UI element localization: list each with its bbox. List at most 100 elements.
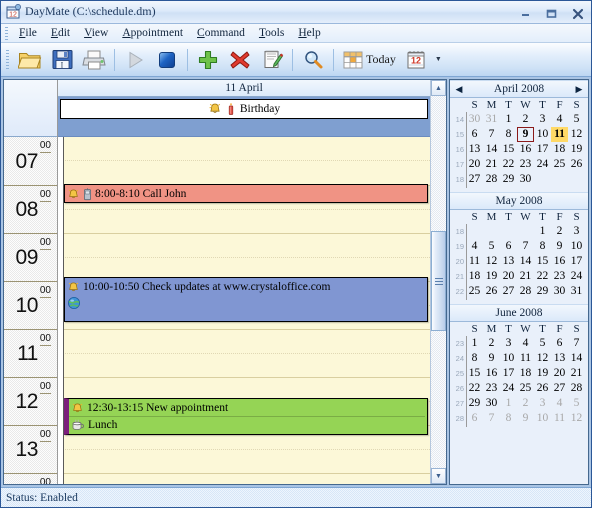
day-cell[interactable]: 25 xyxy=(517,381,534,396)
day-cell[interactable]: 11 xyxy=(466,254,483,269)
day-cell[interactable]: 19 xyxy=(568,142,585,157)
scrollbar-thumb[interactable] xyxy=(431,231,446,332)
day-view-scrollbar[interactable]: ▲ ▼ xyxy=(430,80,446,484)
day-cell[interactable]: 22 xyxy=(534,269,551,284)
day-cell[interactable]: 13 xyxy=(466,142,483,157)
hour-row[interactable] xyxy=(58,329,430,378)
day-cell[interactable]: 6 xyxy=(466,411,483,426)
day-cell[interactable]: 2 xyxy=(517,112,534,127)
day-cell-selected[interactable]: 11 xyxy=(551,127,568,143)
day-cell[interactable]: 18 xyxy=(517,366,534,381)
day-cell[interactable]: 25 xyxy=(551,157,568,172)
day-cell[interactable]: 9 xyxy=(551,239,568,254)
day-cell[interactable]: 19 xyxy=(534,366,551,381)
day-cell[interactable]: 28 xyxy=(483,172,500,187)
day-cell[interactable]: 27 xyxy=(551,381,568,396)
day-cell[interactable]: 12 xyxy=(483,254,500,269)
day-cell[interactable]: 17 xyxy=(568,254,585,269)
hour-row[interactable] xyxy=(58,233,430,282)
day-cell[interactable]: 8 xyxy=(466,351,483,366)
day-cell[interactable]: 4 xyxy=(466,239,483,254)
day-cell[interactable]: 14 xyxy=(517,254,534,269)
day-cell[interactable]: 25 xyxy=(466,284,483,299)
day-cell[interactable]: 30 xyxy=(551,284,568,299)
day-cell[interactable]: 22 xyxy=(500,157,517,172)
day-cell[interactable]: 6 xyxy=(551,336,568,351)
day-cell-today[interactable]: 9 xyxy=(517,127,534,143)
day-cell[interactable]: 5 xyxy=(568,396,585,411)
day-cell[interactable]: 10 xyxy=(500,351,517,366)
day-cell[interactable]: 1 xyxy=(466,336,483,351)
date-picker-dropdown-arrow[interactable]: ▼ xyxy=(432,44,445,75)
day-cell[interactable]: 10 xyxy=(534,411,551,426)
day-cell[interactable]: 21 xyxy=(568,366,585,381)
menu-appointment[interactable]: Appointment xyxy=(115,25,190,41)
day-cell[interactable]: 18 xyxy=(551,142,568,157)
day-cell[interactable]: 3 xyxy=(500,336,517,351)
schedule-grid[interactable]: 8:00-8:10 Call John 10:00-10:50 Check up… xyxy=(58,137,430,484)
menu-tools[interactable]: Tools xyxy=(252,25,291,41)
menu-view[interactable]: View xyxy=(77,25,115,41)
day-cell[interactable] xyxy=(551,172,568,187)
day-cell[interactable]: 28 xyxy=(517,284,534,299)
hour-row[interactable] xyxy=(58,473,430,484)
day-cell[interactable] xyxy=(517,224,534,239)
day-cell[interactable]: 26 xyxy=(483,284,500,299)
day-cell[interactable]: 7 xyxy=(517,239,534,254)
day-cell[interactable]: 5 xyxy=(534,336,551,351)
day-cell[interactable]: 18 xyxy=(466,269,483,284)
day-cell[interactable]: 4 xyxy=(551,396,568,411)
day-cell[interactable]: 8 xyxy=(500,127,517,142)
day-cell[interactable] xyxy=(568,172,585,187)
day-cell[interactable]: 17 xyxy=(500,366,517,381)
day-cell[interactable]: 31 xyxy=(568,284,585,299)
day-cell[interactable]: 29 xyxy=(534,284,551,299)
day-cell[interactable]: 27 xyxy=(500,284,517,299)
date-picker-button[interactable]: 12 xyxy=(400,44,432,75)
next-month-button[interactable]: ▶ xyxy=(572,81,586,97)
menu-edit[interactable]: Edit xyxy=(44,25,77,41)
day-cell[interactable]: 11 xyxy=(517,351,534,366)
day-cell[interactable]: 19 xyxy=(483,269,500,284)
day-cell[interactable]: 8 xyxy=(500,411,517,426)
day-cell[interactable]: 28 xyxy=(568,381,585,396)
day-cell[interactable]: 3 xyxy=(534,396,551,411)
day-cell[interactable]: 8 xyxy=(534,239,551,254)
day-cell[interactable]: 31 xyxy=(483,112,500,127)
hour-row[interactable] xyxy=(58,137,430,186)
day-cell[interactable]: 7 xyxy=(483,411,500,426)
day-cell[interactable]: 11 xyxy=(551,411,568,426)
day-cell[interactable]: 13 xyxy=(500,254,517,269)
day-cell[interactable]: 24 xyxy=(568,269,585,284)
appointment-call-john[interactable]: 8:00-8:10 Call John xyxy=(64,184,428,204)
day-cell[interactable]: 29 xyxy=(466,396,483,411)
day-cell[interactable]: 13 xyxy=(551,351,568,366)
day-cell[interactable]: 23 xyxy=(483,381,500,396)
date-header[interactable]: 11 April xyxy=(58,80,430,98)
day-cell[interactable]: 24 xyxy=(500,381,517,396)
day-cell[interactable]: 1 xyxy=(500,112,517,127)
day-cell[interactable]: 9 xyxy=(483,351,500,366)
day-cell[interactable]: 15 xyxy=(500,142,517,157)
day-cell[interactable]: 22 xyxy=(466,381,483,396)
day-cell[interactable]: 20 xyxy=(466,157,483,172)
appointment-check-updates[interactable]: 10:00-10:50 Check updates at www.crystal… xyxy=(64,277,428,323)
day-cell[interactable]: 14 xyxy=(483,142,500,157)
day-cell[interactable]: 7 xyxy=(568,336,585,351)
close-button[interactable] xyxy=(570,6,585,21)
today-button[interactable]: Today xyxy=(338,44,400,75)
day-cell[interactable]: 30 xyxy=(483,396,500,411)
day-cell[interactable] xyxy=(534,172,551,187)
menu-file[interactable]: File xyxy=(12,25,44,41)
day-cell[interactable]: 16 xyxy=(551,254,568,269)
day-cell[interactable] xyxy=(483,224,500,239)
day-cell[interactable]: 14 xyxy=(568,351,585,366)
day-cell[interactable]: 20 xyxy=(500,269,517,284)
appointment-new-appointment[interactable]: 12:30-13:15 New appointment Lunch xyxy=(64,398,428,436)
day-cell[interactable]: 4 xyxy=(551,112,568,127)
save-button[interactable]: I xyxy=(46,44,78,75)
day-cell[interactable]: 5 xyxy=(568,112,585,127)
scroll-up-button[interactable]: ▲ xyxy=(431,80,446,97)
day-cell[interactable]: 1 xyxy=(500,396,517,411)
day-cell[interactable]: 1 xyxy=(534,224,551,239)
